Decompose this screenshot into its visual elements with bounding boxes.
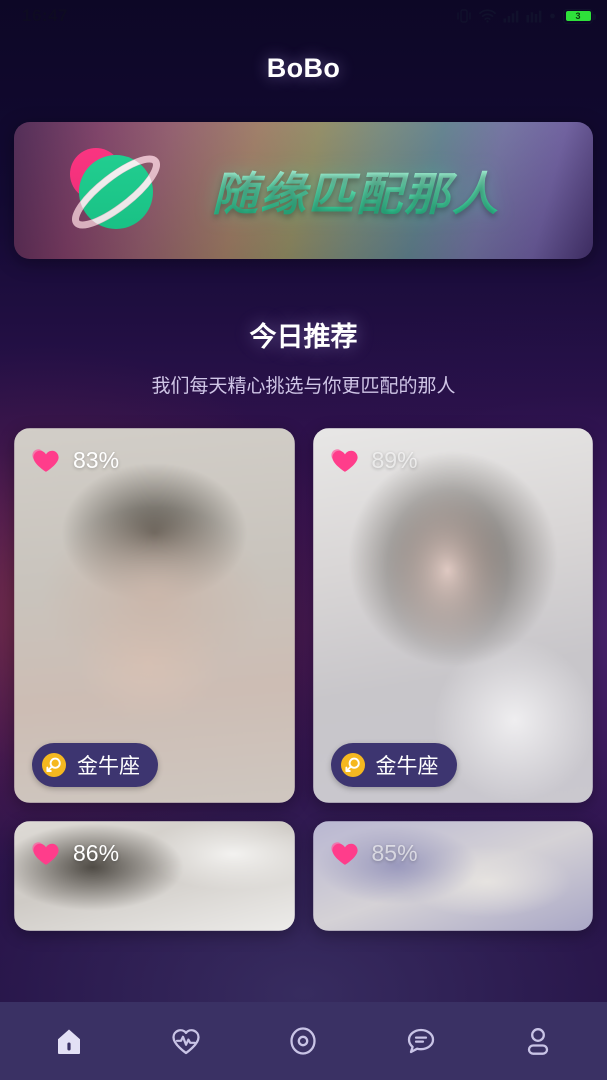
match-percent: 83%	[73, 447, 120, 473]
zodiac-label: 金牛座	[77, 755, 140, 778]
nav-item-home[interactable]	[39, 1013, 99, 1069]
wifi-icon	[479, 9, 496, 23]
profile-photo	[14, 821, 295, 931]
recommendation-card[interactable]: 86%	[14, 821, 295, 931]
signal-icon	[503, 10, 519, 23]
match-score: 83%	[30, 446, 119, 475]
chat-bubble-icon	[407, 1028, 435, 1054]
nav-item-messages[interactable]	[391, 1013, 451, 1069]
taurus-icon	[340, 753, 365, 777]
taurus-icon	[42, 753, 66, 777]
profile-photo	[312, 821, 593, 931]
heart-icon	[330, 842, 358, 865]
recommendation-card[interactable]: 83% 金牛座	[14, 428, 295, 803]
bottom-navigation	[0, 1002, 607, 1080]
match-score: 89%	[329, 446, 418, 475]
match-banner[interactable]: 随缘匹配那人	[14, 122, 593, 259]
dot-icon	[550, 13, 555, 19]
status-icons: 3	[456, 8, 596, 24]
recommendation-card[interactable]: 85%	[312, 821, 593, 931]
match-score: 85%	[329, 839, 418, 868]
status-bar: 16:47 3	[0, 0, 607, 32]
battery-level: 3	[565, 11, 591, 21]
heart-icon	[32, 842, 59, 865]
app-header: BoBo	[0, 32, 607, 104]
status-time: 16:47	[22, 6, 68, 25]
heart-icon	[32, 449, 59, 472]
signal-alt-icon	[526, 10, 542, 23]
section-title: 今日推荐	[249, 322, 358, 352]
vibrate-icon	[457, 9, 471, 23]
planet-icon	[70, 148, 160, 229]
home-icon	[57, 1029, 80, 1054]
zodiac-label: 金牛座	[375, 755, 439, 778]
recommendation-card[interactable]: 89% 金牛座	[312, 428, 593, 803]
recommendation-grid: 83% 金牛座 89% 金牛座 86% 85%	[14, 428, 593, 931]
heart-icon	[330, 449, 358, 472]
nav-item-profile[interactable]	[508, 1013, 568, 1069]
zodiac-badge[interactable]: 金牛座	[330, 743, 457, 787]
section-subtitle: 我们每天精心挑选与你更匹配的那人	[151, 376, 456, 397]
target-circle-icon	[290, 1027, 317, 1055]
match-score: 86%	[30, 839, 119, 868]
banner-text: 随缘匹配那人	[212, 158, 500, 224]
page-title: BoBo	[266, 52, 341, 83]
zodiac-badge[interactable]: 金牛座	[32, 743, 158, 787]
app-root: 16:47 3 BoBo 随缘匹配那人 今日推荐 我们每天精心挑选与你更匹配的那…	[0, 0, 607, 1080]
battery-icon: 3	[563, 8, 596, 24]
heart-pulse-icon	[172, 1029, 200, 1055]
nav-item-pulse[interactable]	[156, 1013, 216, 1069]
person-icon	[528, 1028, 549, 1055]
nav-item-discover[interactable]	[273, 1013, 333, 1069]
match-percent: 89%	[371, 447, 418, 473]
match-percent: 85%	[371, 840, 418, 866]
match-percent: 86%	[73, 840, 120, 866]
